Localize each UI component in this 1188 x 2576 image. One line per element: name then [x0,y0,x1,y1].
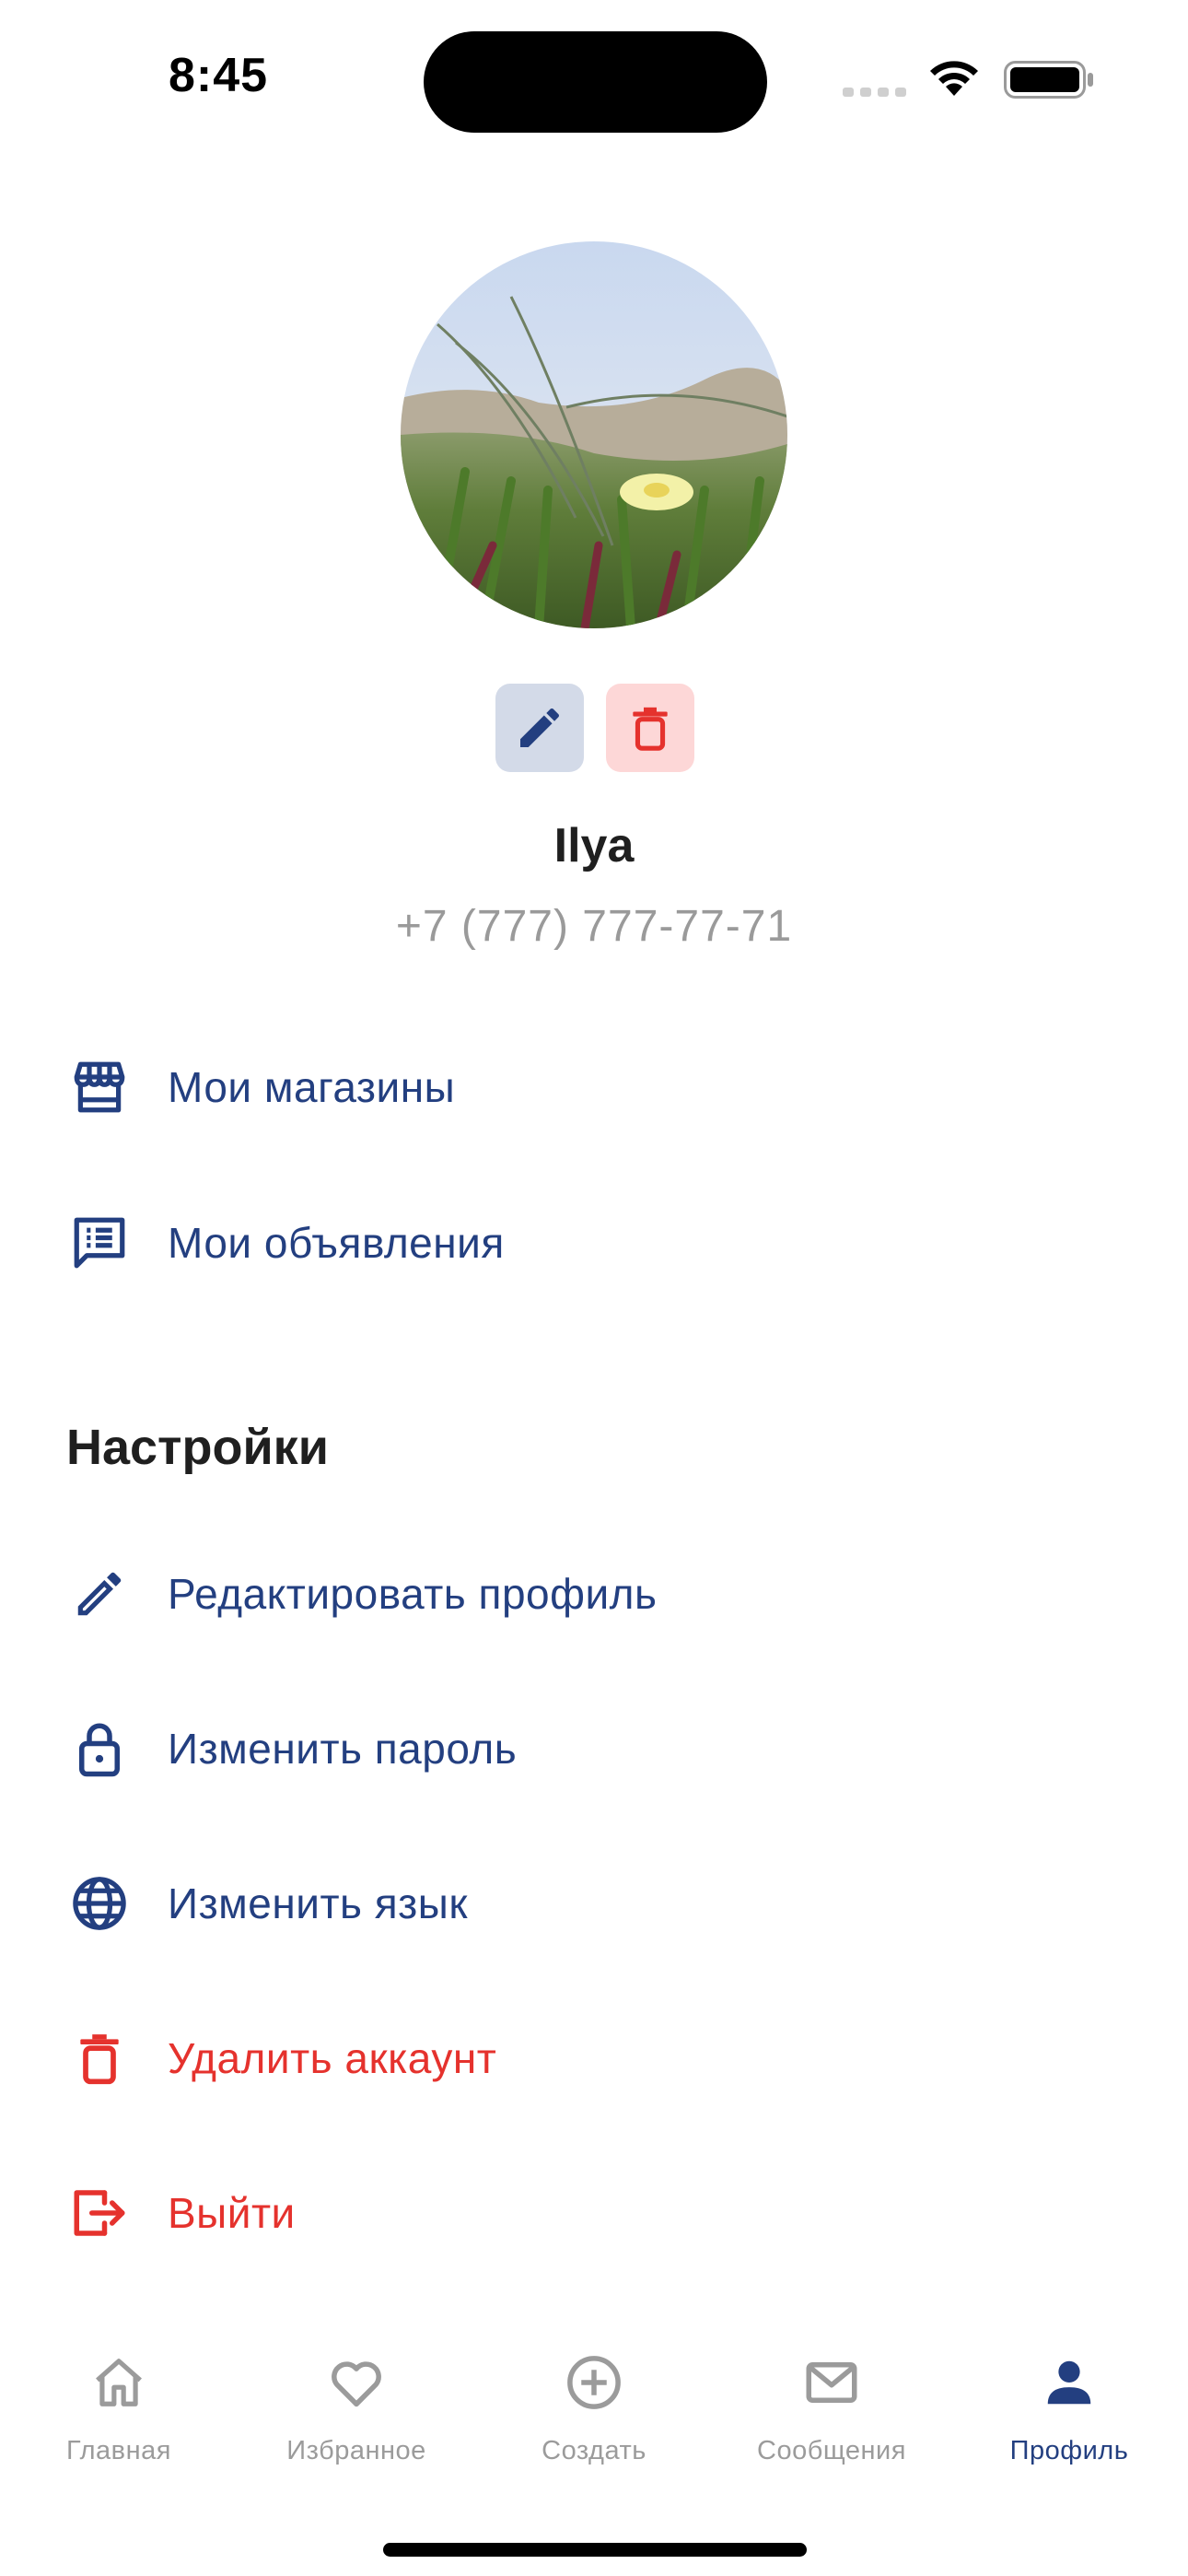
menu-item-label: Редактировать профиль [168,1570,658,1618]
tab-label: Избранное [286,2436,426,2465]
pencil-icon [520,708,560,747]
menu-item-label: Мои объявления [168,1219,505,1267]
settings-section-title: Настройки [66,1420,329,1475]
list-icon [64,1208,134,1278]
profile-avatar[interactable] [401,241,787,628]
menu-item-label: Удалить аккаунт [168,2034,497,2082]
menu-item-change-language[interactable]: Изменить язык [64,1848,1124,1959]
tab-create[interactable]: Создать [475,2349,713,2488]
tab-label: Профиль [1009,2436,1129,2465]
tab-label: Создать [542,2436,646,2465]
menu-item-label: Мои магазины [168,1063,456,1111]
status-bar: 8:45 [0,0,1188,138]
plus-circle-icon [564,2349,624,2416]
avatar-photo [401,241,787,628]
menu-item-delete-account[interactable]: Удалить аккаунт [64,2003,1124,2113]
tab-label: Сообщения [757,2436,906,2465]
menu-item-edit-profile[interactable]: Редактировать профиль [64,1539,1124,1649]
status-time: 8:45 [169,49,269,102]
pencil-icon [64,1559,134,1629]
trash-icon [633,707,668,751]
home-icon [90,2349,147,2416]
delete-avatar-button[interactable] [606,684,694,772]
menu-item-change-password[interactable]: Изменить пароль [64,1693,1124,1804]
wifi-icon [930,61,978,96]
store-icon [64,1052,134,1122]
menu-item-label: Выйти [168,2189,296,2237]
globe-icon [64,1868,134,1938]
tab-home[interactable]: Главная [0,2349,238,2488]
menu-item-label: Изменить пароль [168,1725,518,1773]
edit-avatar-button[interactable] [495,684,584,772]
tab-label: Главная [66,2436,171,2465]
menu-item-label: Изменить язык [168,1879,468,1927]
person-icon [1041,2349,1098,2416]
menu-item-logout[interactable]: Выйти [64,2158,1124,2268]
heart-icon [326,2349,387,2416]
tab-messages[interactable]: Сообщения [713,2349,950,2488]
user-phone: +7 (777) 777-77-71 [395,902,793,951]
menu-item-my-stores[interactable]: Мои магазины [64,1032,1124,1142]
user-name: Ilya [553,819,635,872]
lock-icon [64,1714,134,1784]
trash-icon [64,2023,134,2093]
home-indicator [383,2543,807,2557]
menu-item-my-ads[interactable]: Мои объявления [64,1188,1124,1298]
cellular-signal-icon [843,88,906,97]
tab-profile[interactable]: Профиль [950,2349,1188,2488]
bottom-tab-bar: Главная Избранное Создать Сообщения Проф… [0,2322,1188,2506]
logout-icon [64,2178,134,2248]
mail-icon [801,2349,862,2416]
battery-icon [1004,61,1093,99]
dynamic-island [424,31,767,133]
tab-favorites[interactable]: Избранное [238,2349,475,2488]
